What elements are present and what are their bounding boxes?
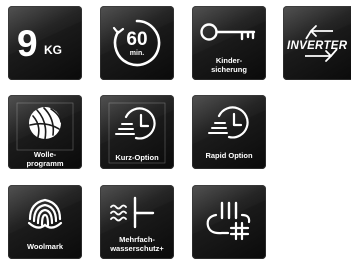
kurz-option-tile: Kurz-Option: [100, 95, 174, 169]
capacity-9kg-tile: 9 KG: [8, 6, 82, 80]
rapid-option-label: Rapid Option: [205, 151, 253, 160]
water-protection-label-line2: wasserschutz+: [110, 243, 164, 253]
capacity-number: 9: [17, 23, 38, 64]
water-protection-tile: Mehrfach- wasserschutz+: [100, 185, 174, 259]
child-lock-tile: Kinder- sicherung: [192, 6, 266, 80]
child-lock-label-line2: sicherung: [211, 64, 247, 74]
rapid-option-tile: Rapid Option: [192, 95, 266, 169]
inverter-tile: INVERTER: [283, 6, 351, 80]
steam-plus-icon: [206, 201, 251, 241]
inverter-label: INVERTER: [287, 40, 348, 52]
capacity-unit: KG: [44, 43, 62, 57]
steam-plus-tile: [192, 185, 266, 259]
woolmark-label: Woolmark: [26, 242, 64, 251]
wool-program-tile: Wolle- programm: [8, 95, 82, 169]
wool-label-line2: programm: [26, 158, 64, 168]
woolmark-tile: Woolmark: [8, 185, 82, 259]
timer-unit: min.: [129, 50, 145, 57]
timer-60-min-tile: 60 min.: [100, 6, 174, 80]
timer-number: 60: [126, 29, 148, 50]
kurz-option-label: Kurz-Option: [115, 153, 159, 162]
